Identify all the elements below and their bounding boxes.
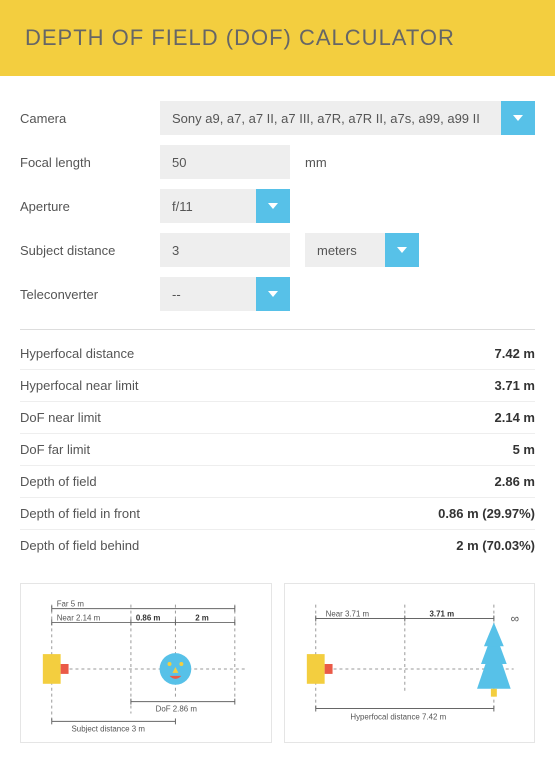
- page-header: DEPTH OF FIELD (DOF) CALCULATOR: [0, 0, 555, 76]
- svg-text:Hyperfocal distance 7.42 m: Hyperfocal distance 7.42 m: [350, 712, 446, 721]
- result-row: Hyperfocal near limit 3.71 m: [20, 370, 535, 402]
- result-row: Hyperfocal distance 7.42 m: [20, 338, 535, 370]
- main-content: Camera Sony a9, a7, a7 II, a7 III, a7R, …: [0, 76, 555, 771]
- svg-text:0.86 m: 0.86 m: [136, 613, 161, 622]
- svg-text:Near 2.14 m: Near 2.14 m: [57, 613, 101, 622]
- focal-length-label: Focal length: [20, 155, 160, 170]
- result-value: 2.14 m: [495, 410, 535, 425]
- result-value: 0.86 m (29.97%): [438, 506, 535, 521]
- distance-unit-value: meters: [305, 233, 385, 267]
- page-title: DEPTH OF FIELD (DOF) CALCULATOR: [25, 25, 455, 50]
- row-aperture: Aperture f/11: [20, 189, 535, 223]
- camera-select[interactable]: Sony a9, a7, a7 II, a7 III, a7R, a7R II,…: [160, 101, 535, 135]
- result-value: 2 m (70.03%): [456, 538, 535, 553]
- teleconverter-value: --: [160, 277, 256, 311]
- svg-text:3.71 m: 3.71 m: [429, 610, 454, 619]
- aperture-label: Aperture: [20, 199, 160, 214]
- result-value: 5 m: [513, 442, 535, 457]
- result-label: Depth of field: [20, 474, 97, 489]
- chevron-down-icon: [256, 277, 290, 311]
- aperture-value: f/11: [160, 189, 256, 223]
- result-label: Depth of field behind: [20, 538, 139, 553]
- results-list: Hyperfocal distance 7.42 m Hyperfocal nea…: [20, 338, 535, 561]
- svg-text:Subject distance 3 m: Subject distance 3 m: [72, 724, 146, 733]
- camera-label: Camera: [20, 111, 160, 126]
- result-row: DoF near limit 2.14 m: [20, 402, 535, 434]
- chevron-down-icon: [256, 189, 290, 223]
- chevron-down-icon: [385, 233, 419, 267]
- focal-length-input[interactable]: [160, 145, 290, 179]
- svg-text:DoF 2.86 m: DoF 2.86 m: [156, 705, 198, 714]
- subject-distance-input[interactable]: [160, 233, 290, 267]
- result-label: Hyperfocal distance: [20, 346, 134, 361]
- result-row: Depth of field 2.86 m: [20, 466, 535, 498]
- result-label: Depth of field in front: [20, 506, 140, 521]
- diagrams: Far 5 m Near 2.14 m 0.86 m 2 m DoF 2.86 …: [20, 583, 535, 761]
- row-camera: Camera Sony a9, a7, a7 II, a7 III, a7R, …: [20, 101, 535, 135]
- svg-text:Far 5 m: Far 5 m: [57, 600, 85, 609]
- result-row: Depth of field behind 2 m (70.03%): [20, 530, 535, 561]
- row-focal-length: Focal length mm: [20, 145, 535, 179]
- teleconverter-label: Teleconverter: [20, 287, 160, 302]
- result-value: 3.71 m: [495, 378, 535, 393]
- chevron-down-icon: [501, 101, 535, 135]
- result-value: 7.42 m: [495, 346, 535, 361]
- aperture-select[interactable]: f/11: [160, 189, 290, 223]
- distance-unit-select[interactable]: meters: [305, 233, 419, 267]
- dof-diagram: Far 5 m Near 2.14 m 0.86 m 2 m DoF 2.86 …: [20, 583, 272, 743]
- divider: [20, 329, 535, 330]
- svg-text:2 m: 2 m: [195, 613, 209, 622]
- camera-value: Sony a9, a7, a7 II, a7 III, a7R, a7R II,…: [160, 101, 501, 135]
- svg-text:∞: ∞: [510, 611, 518, 625]
- result-value: 2.86 m: [495, 474, 535, 489]
- result-label: DoF far limit: [20, 442, 90, 457]
- result-label: DoF near limit: [20, 410, 101, 425]
- hyperfocal-diagram: ∞ Near 3.71 m 3.71 m Hyperfocal distance…: [284, 583, 536, 743]
- focal-length-unit: mm: [305, 155, 327, 170]
- result-label: Hyperfocal near limit: [20, 378, 139, 393]
- subject-distance-label: Subject distance: [20, 243, 160, 258]
- row-teleconverter: Teleconverter --: [20, 277, 535, 311]
- svg-text:Near 3.71 m: Near 3.71 m: [325, 610, 369, 619]
- teleconverter-select[interactable]: --: [160, 277, 290, 311]
- result-row: Depth of field in front 0.86 m (29.97%): [20, 498, 535, 530]
- result-row: DoF far limit 5 m: [20, 434, 535, 466]
- form: Camera Sony a9, a7, a7 II, a7 III, a7R, …: [20, 101, 535, 311]
- row-subject-distance: Subject distance meters: [20, 233, 535, 267]
